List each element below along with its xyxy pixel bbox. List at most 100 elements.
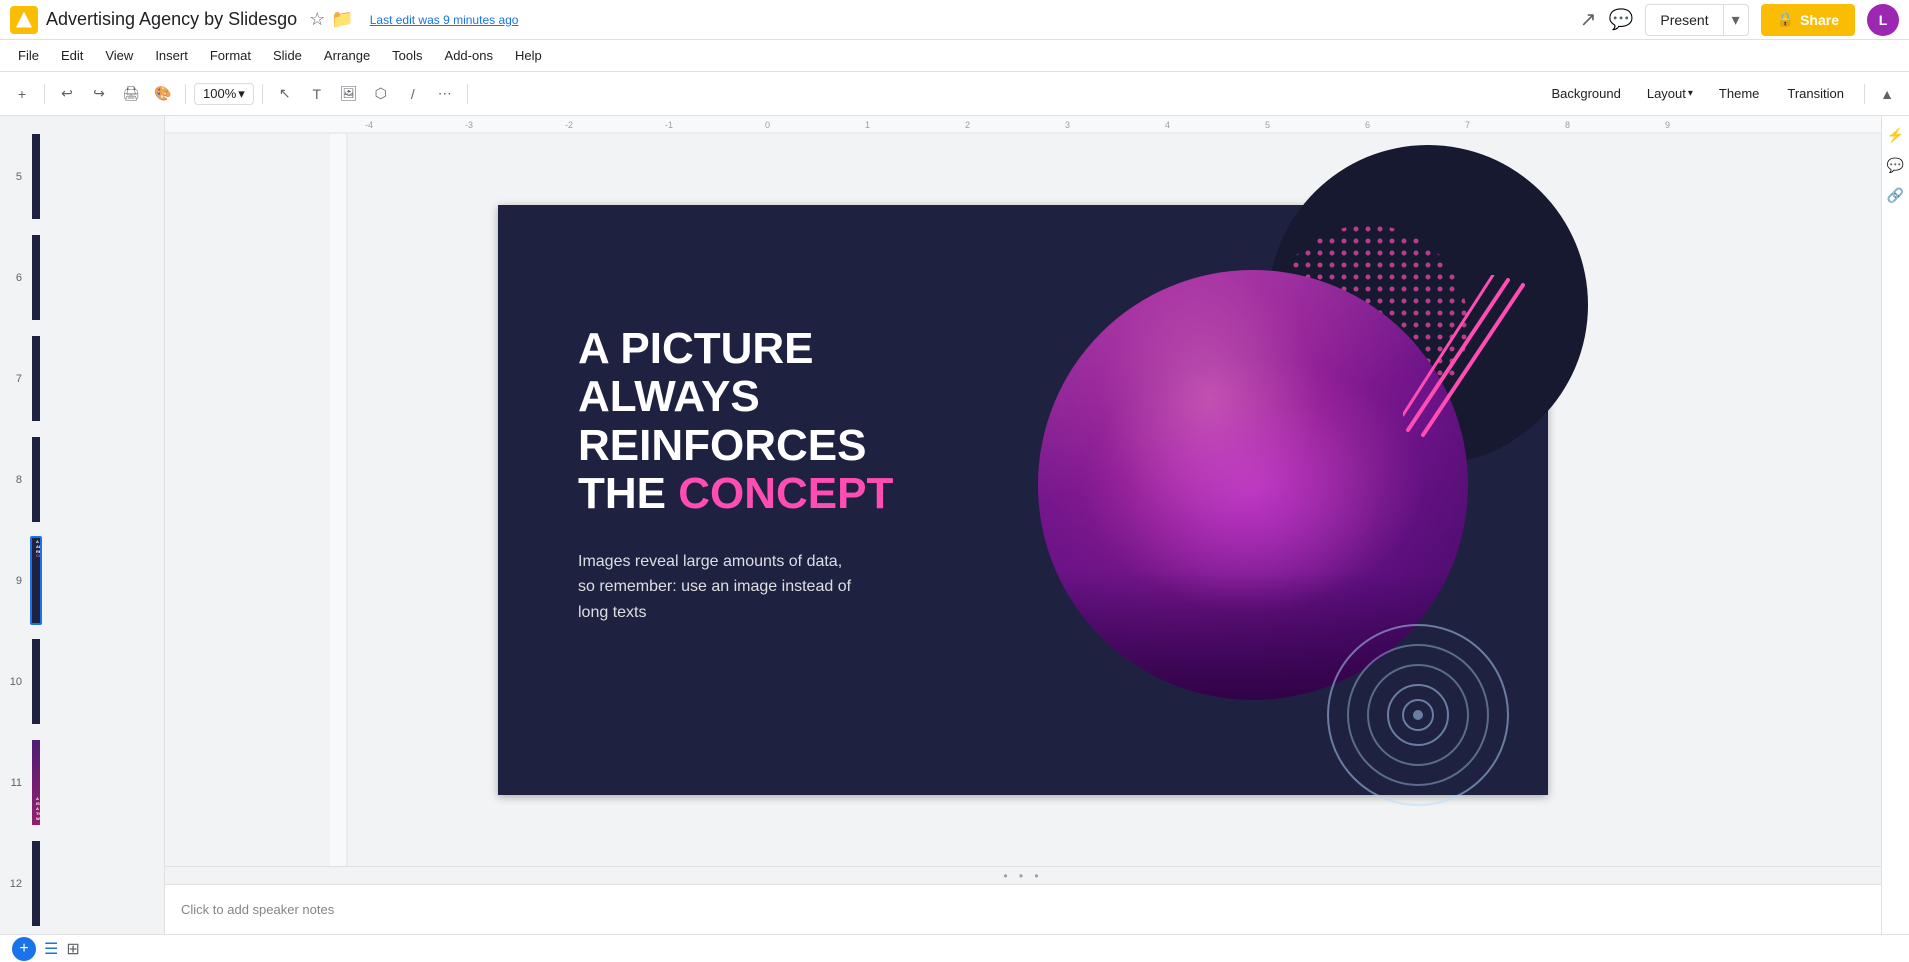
headline-line1: A PICTURE	[578, 325, 893, 373]
menu-file[interactable]: File	[8, 44, 49, 67]
slide-wrapper-7: 7 WHAT SETS US APART?	[0, 330, 164, 427]
share-label: Share	[1800, 12, 1839, 28]
present-button[interactable]: Present ▾	[1645, 4, 1748, 36]
slide-item-5[interactable]: OUR AGENCY 01	[30, 132, 42, 221]
svg-text:7: 7	[1465, 120, 1470, 130]
redo-button[interactable]: ↪	[85, 80, 113, 108]
headline: A PICTURE ALWAYS REINFORCES THE CONCEPT	[578, 325, 893, 519]
present-label[interactable]: Present	[1646, 5, 1722, 35]
svg-text:0: 0	[765, 120, 770, 130]
menu-arrange[interactable]: Arrange	[314, 44, 380, 67]
slide-number-12: 12	[0, 878, 22, 890]
slide-wrapper-8: 8 WHAT DO WE DO?	[0, 431, 164, 528]
folder-icon[interactable]: 📁	[331, 9, 353, 30]
slides-panel: 5 OUR AGENCY 01 6 OUR EVOLUTION	[0, 116, 165, 934]
transition-button[interactable]: Transition	[1775, 82, 1856, 105]
svg-text:6: 6	[1365, 120, 1370, 130]
zoom-control[interactable]: 100% ▾	[194, 83, 254, 105]
right-panel-link-icon[interactable]: 🔗	[1885, 184, 1907, 206]
topbar: Advertising Agency by Slidesgo ☆ 📁 Last …	[0, 0, 1909, 40]
paint-format-button[interactable]: 🎨	[149, 80, 177, 108]
ruler-horizontal: -4 -3 -2 -1 0 1 2 3 4 5 6 7 8 9	[165, 116, 1881, 134]
slide-subtext: Images reveal large amounts of data, so …	[578, 549, 858, 626]
trend-icon[interactable]: ↗	[1580, 7, 1597, 32]
slide-item-11[interactable]: A PICTURE IS WORTH ATHOUSAND WORDS	[30, 738, 42, 827]
slide-number-8: 8	[0, 474, 22, 486]
zoom-dropdown-icon: ▾	[238, 86, 245, 102]
canvas-scroll[interactable]: -1 0 1 2 3	[165, 134, 1881, 866]
menu-edit[interactable]: Edit	[51, 44, 93, 67]
slide-item-9[interactable]: A PICTUREALWAYSREINFORCESCONCEPT	[30, 536, 42, 625]
add-slide-button[interactable]: +	[12, 937, 36, 961]
cursor-tool[interactable]: ↖	[271, 80, 299, 108]
lock-icon: 🔒	[1777, 11, 1794, 28]
menu-help[interactable]: Help	[505, 44, 552, 67]
bottom-view-icons: + ☰ ⊞	[12, 937, 80, 961]
collapse-panel-button[interactable]: ▲	[1873, 80, 1901, 108]
menu-tools[interactable]: Tools	[382, 44, 432, 67]
layout-label: Layout	[1647, 86, 1686, 101]
menu-insert[interactable]: Insert	[145, 44, 198, 67]
slide-number-10: 10	[0, 676, 22, 688]
add-button[interactable]: +	[8, 80, 36, 108]
slide-number-5: 5	[0, 171, 22, 183]
slide-item-6[interactable]: OUR EVOLUTION	[30, 233, 42, 322]
menubar: File Edit View Insert Format Slide Arran…	[0, 40, 1909, 72]
svg-text:2: 2	[965, 120, 970, 130]
menu-view[interactable]: View	[95, 44, 143, 67]
speaker-notes[interactable]: Click to add speaker notes	[165, 884, 1881, 934]
doc-title: Advertising Agency by Slidesgo	[46, 9, 297, 30]
right-panel-explore-icon[interactable]: ⚡	[1885, 124, 1907, 146]
grid-view-button[interactable]: ⊞	[66, 939, 79, 959]
slide-wrapper-12: 12 WHAT DO WE OFFER?	[0, 835, 164, 932]
slide-wrapper-9: 9 A PICTUREALWAYSREINFORCESCONCEPT	[0, 532, 164, 629]
main-area: 5 OUR AGENCY 01 6 OUR EVOLUTION	[0, 116, 1909, 934]
slide-text-block: A PICTURE ALWAYS REINFORCES THE CONCEPT …	[578, 325, 893, 625]
text-tool[interactable]: T	[303, 80, 331, 108]
svg-text:8: 8	[1565, 120, 1570, 130]
svg-text:4: 4	[1165, 120, 1170, 130]
edit-status[interactable]: Last edit was 9 minutes ago	[370, 13, 519, 27]
resize-handle[interactable]: • • •	[165, 866, 1881, 884]
svg-text:3: 3	[1065, 120, 1070, 130]
slide-item-12[interactable]: WHAT DO WE OFFER?	[30, 839, 42, 928]
toolbar: + ↩ ↪ 🖨 🎨 100% ▾ ↖ T 🖼 ⬡ / ⋯ Background …	[0, 72, 1909, 116]
theme-button[interactable]: Theme	[1707, 82, 1771, 105]
undo-button[interactable]: ↩	[53, 80, 81, 108]
headline-line4: THE CONCEPT	[578, 470, 893, 518]
image-tool[interactable]: 🖼	[335, 80, 363, 108]
canvas-area: -4 -3 -2 -1 0 1 2 3 4 5 6 7 8 9	[165, 116, 1881, 934]
svg-text:-4: -4	[365, 120, 373, 130]
layout-button[interactable]: Layout ▾	[1637, 82, 1703, 105]
right-panel-comment-icon[interactable]: 💬	[1885, 154, 1907, 176]
present-dropdown-arrow[interactable]: ▾	[1723, 5, 1748, 35]
line-tool[interactable]: /	[399, 80, 427, 108]
menu-addons[interactable]: Add-ons	[435, 44, 503, 67]
slide-number-11: 11	[0, 777, 22, 789]
avatar[interactable]: L	[1867, 4, 1899, 36]
comment-icon[interactable]: 💬	[1608, 7, 1633, 32]
print-button[interactable]: 🖨	[117, 80, 145, 108]
layout-dropdown-icon: ▾	[1688, 88, 1693, 99]
bottom-bar: + ☰ ⊞	[0, 934, 1909, 962]
star-icon[interactable]: ☆	[309, 9, 325, 30]
slide-canvas[interactable]: A PICTURE ALWAYS REINFORCES THE CONCEPT …	[498, 205, 1548, 795]
menu-slide[interactable]: Slide	[263, 44, 312, 67]
slide-number-7: 7	[0, 373, 22, 385]
pink-lines-decoration	[1403, 275, 1533, 445]
slide-item-10[interactable]: GET TO KNOW US BETTER	[30, 637, 42, 726]
shape-tool[interactable]: ⬡	[367, 80, 395, 108]
svg-text:-1: -1	[665, 120, 673, 130]
svg-text:9: 9	[1665, 120, 1670, 130]
more-tools[interactable]: ⋯	[431, 80, 459, 108]
headline-line2: ALWAYS	[578, 373, 893, 421]
background-button[interactable]: Background	[1539, 82, 1632, 105]
filmstrip-view-button[interactable]: ☰	[44, 939, 58, 959]
speaker-notes-placeholder: Click to add speaker notes	[181, 902, 334, 917]
resize-dots: • • •	[1003, 869, 1042, 883]
menu-format[interactable]: Format	[200, 44, 261, 67]
slide-wrapper-10: 10 GET TO KNOW US BETTER	[0, 633, 164, 730]
slide-item-8[interactable]: WHAT DO WE DO?	[30, 435, 42, 524]
share-button[interactable]: 🔒 Share	[1761, 4, 1855, 36]
slide-item-7[interactable]: WHAT SETS US APART?	[30, 334, 42, 423]
